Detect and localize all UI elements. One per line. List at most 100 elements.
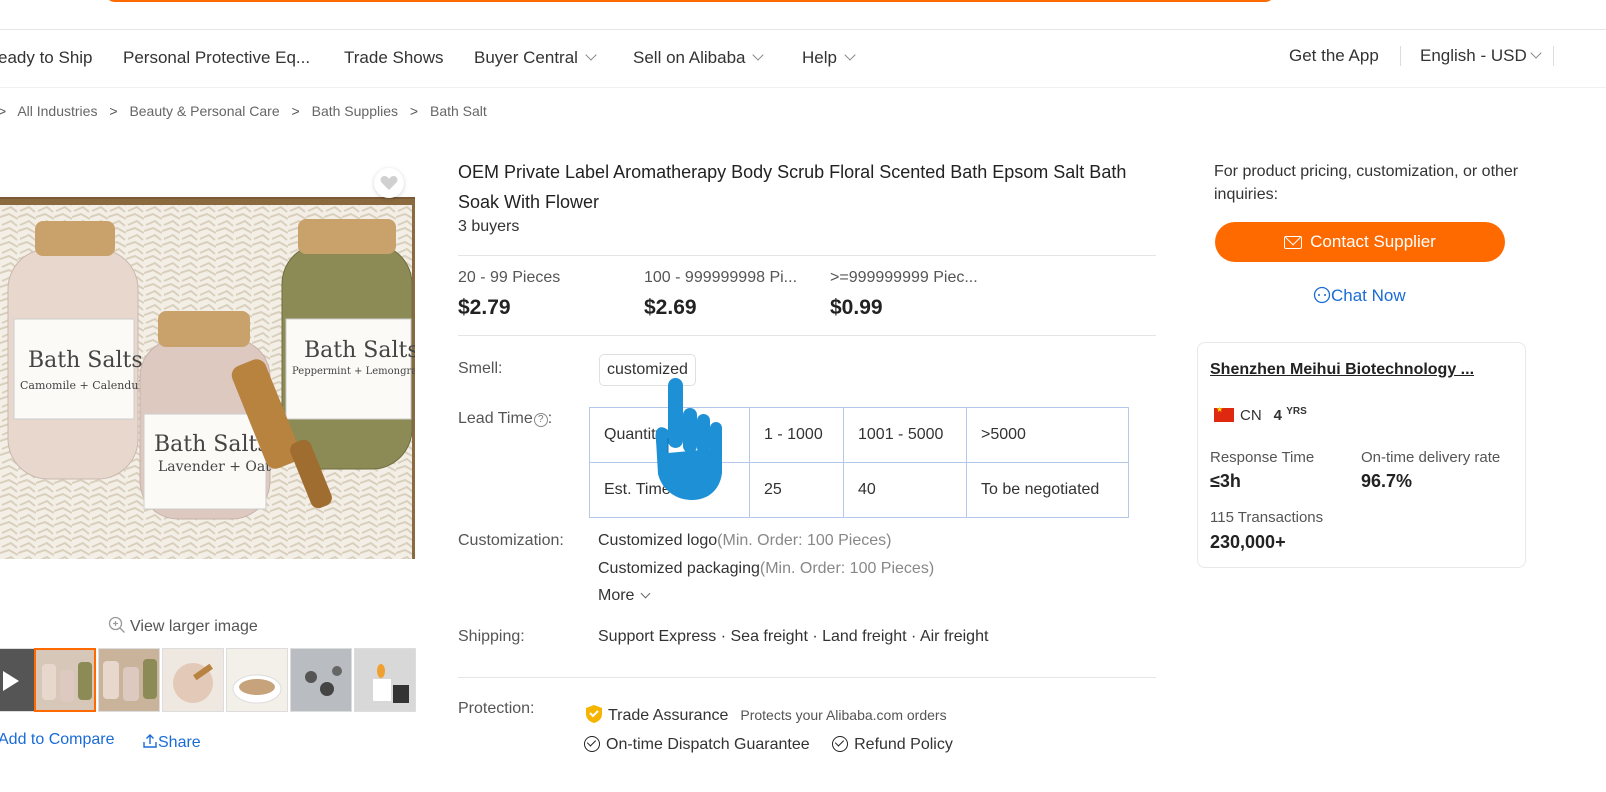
customization-min-order: (Min. Order: 100 Pieces) — [717, 532, 892, 549]
chevron-down-icon — [585, 49, 597, 61]
nav-sell-on-alibaba[interactable]: Sell on Alibaba — [633, 48, 765, 68]
share-link[interactable]: Share — [142, 731, 201, 752]
table-cell: 40 — [843, 462, 967, 518]
protection-label: Protection: — [458, 700, 535, 717]
search-bar[interactable] — [105, 0, 1275, 2]
thumbnail-2[interactable] — [98, 648, 160, 712]
get-the-app-link[interactable]: Get the App — [1289, 46, 1379, 66]
thumbnail-4[interactable] — [226, 648, 288, 712]
chevron-down-icon — [844, 49, 856, 61]
lead-time-text: Lead Time — [458, 410, 533, 427]
chat-now-label: Chat Now — [1331, 286, 1406, 305]
thumbnail-image — [305, 666, 342, 696]
thumbnail-image — [232, 674, 282, 704]
favorite-button[interactable] — [374, 168, 404, 198]
customization-label: Customization: — [458, 532, 564, 549]
view-larger-label: View larger image — [130, 618, 258, 635]
breadcrumb-link[interactable]: Bath Supplies — [312, 103, 398, 119]
breadcrumb-separator: > — [0, 103, 7, 119]
price-tier-price: $0.99 — [830, 296, 883, 319]
customization-text: Customized logo — [598, 532, 718, 549]
table-cell: 1001 - 5000 — [843, 407, 967, 463]
years-unit: YRS — [1286, 406, 1307, 417]
guarantee-row: On-time Dispatch Guarantee Refund Policy — [584, 733, 953, 754]
help-icon[interactable]: ? — [533, 413, 548, 427]
thumbnail-image — [103, 659, 157, 701]
thumbnail-image — [42, 662, 92, 702]
nav-personal-protective[interactable]: Personal Protective Eq... — [123, 48, 310, 68]
customization-item: Customized packaging(Min. Order: 100 Pie… — [598, 560, 934, 578]
thumbnail-1[interactable] — [34, 648, 96, 712]
chat-icon — [1313, 286, 1331, 304]
shipping-methods: Support Express · Sea freight · Land fre… — [598, 628, 989, 645]
breadcrumb-separator: > — [409, 103, 419, 119]
supplier-name-link[interactable]: Shenzhen Meihui Biotechnology ... — [1210, 361, 1500, 379]
divider — [458, 255, 1156, 256]
nav-label: Help — [802, 48, 837, 67]
customization-min-order: (Min. Order: 100 Pieces) — [759, 560, 935, 577]
language-label: English - USD — [1420, 46, 1527, 65]
table-cell: 25 — [749, 462, 844, 518]
price-tier-price: $2.79 — [458, 296, 511, 319]
breadcrumb-link[interactable]: Beauty & Personal Care — [129, 103, 279, 119]
nav-label: Trade Shows — [344, 48, 444, 67]
smell-label: Smell: — [458, 360, 503, 377]
contact-supplier-label: Contact Supplier — [1310, 232, 1436, 251]
breadcrumb-separator: > — [109, 103, 118, 119]
check-circle-icon — [584, 736, 600, 752]
divider — [458, 335, 1156, 336]
customization-text: Customized packaging — [598, 560, 760, 577]
thumbnail-3[interactable] — [162, 648, 224, 712]
nav-ready-to-ship[interactable]: eady to Ship — [0, 48, 93, 68]
years-badge: 4 YRS — [1273, 406, 1307, 424]
price-tier-price: $2.69 — [644, 296, 697, 319]
on-time-delivery-value: 96.7% — [1361, 471, 1413, 491]
jar-label-bottom: Lavender + Oat — [158, 459, 271, 475]
inquiry-prompt: For product pricing, customization, or o… — [1214, 163, 1519, 203]
transactions-label: 115 Transactions — [1210, 509, 1324, 526]
jar-label-top: Bath Salts — [304, 338, 415, 363]
buyers-count: 3 buyers — [458, 218, 520, 235]
price-tier-qty: >=999999999 Piec... — [830, 269, 978, 286]
add-to-compare-link[interactable]: Add to Compare — [0, 731, 115, 749]
nav-divider — [1400, 46, 1401, 66]
chevron-down-icon — [641, 588, 651, 599]
nav-help[interactable]: Help — [802, 48, 856, 68]
nav-label: eady to Ship — [0, 48, 93, 67]
more-customization-link[interactable]: More — [598, 587, 651, 605]
chevron-down-icon — [752, 49, 765, 61]
language-currency-selector[interactable]: English - USD — [1420, 46, 1542, 66]
refund-policy-label: Refund Policy — [854, 736, 953, 753]
response-time-label: Response Time — [1210, 449, 1315, 466]
nav-trade-shows[interactable]: Trade Shows — [344, 48, 444, 68]
product-main-image[interactable]: Bath Salts Camomile + Calendula Bath Sal… — [0, 197, 415, 559]
dispatch-guarantee-label: On-time Dispatch Guarantee — [606, 736, 810, 753]
lead-time-label: Lead Time?: — [458, 410, 553, 427]
price-tier-qty: 20 - 99 Pieces — [458, 269, 561, 286]
zoom-in-icon — [108, 616, 125, 633]
add-compare-label: Add to Compare — [0, 731, 115, 748]
divider — [458, 677, 1156, 678]
thumbnail-5[interactable] — [290, 648, 352, 712]
product-title: OEM Private Label Aromatherapy Body Scru… — [458, 162, 1127, 212]
table-cell: 1 - 1000 — [749, 407, 844, 463]
china-flag-icon — [1214, 405, 1234, 422]
get-app-label: Get the App — [1289, 46, 1379, 65]
view-larger-image-link[interactable]: View larger image — [108, 613, 258, 636]
nav-label: Personal Protective Eq... — [123, 48, 311, 67]
breadcrumb-link[interactable]: Bath Salt — [430, 103, 487, 119]
breadcrumb-link[interactable]: All Industries — [17, 103, 97, 119]
trade-assurance-label[interactable]: Trade Assurance — [608, 707, 728, 724]
price-tier-qty: 100 - 999999998 Pi... — [644, 269, 798, 286]
transactions-value: 230,000+ — [1210, 532, 1286, 552]
contact-supplier-button[interactable]: Contact Supplier — [1215, 222, 1505, 262]
chat-now-link[interactable]: Chat Now — [1313, 283, 1406, 306]
thumbnail-6[interactable] — [354, 648, 416, 712]
thumbnail-image — [373, 664, 409, 703]
share-icon — [143, 734, 157, 748]
chevron-down-icon — [1530, 47, 1542, 59]
table-cell: >5000 — [966, 407, 1129, 463]
years-value: 4 — [1273, 407, 1283, 424]
breadcrumb: > All Industries > Beauty & Personal Car… — [0, 103, 495, 119]
nav-buyer-central[interactable]: Buyer Central — [474, 48, 597, 68]
